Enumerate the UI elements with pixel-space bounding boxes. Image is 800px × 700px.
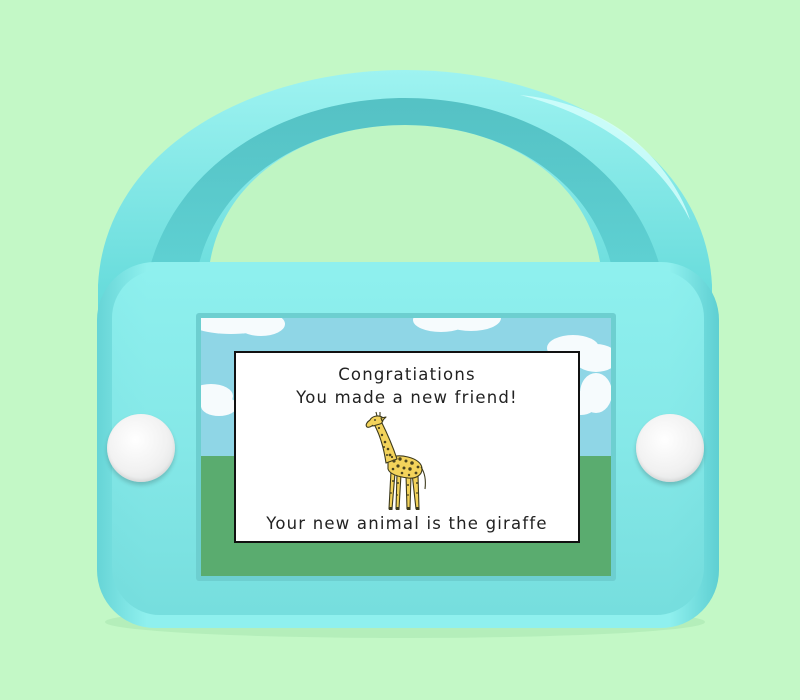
animal-message: Your new animal is the giraffe [266, 514, 548, 533]
dialog-title: Congratiations [338, 365, 476, 384]
dialog-subtitle: You made a new friend! [296, 388, 518, 407]
congratulations-dialog: Congratiations You made a new friend! Yo… [234, 351, 580, 543]
game-stage: Congratiations You made a new friend! Yo… [0, 0, 800, 700]
right-round-button[interactable] [636, 414, 704, 482]
game-screen[interactable]: Congratiations You made a new friend! Yo… [201, 318, 611, 576]
left-round-button[interactable] [107, 414, 175, 482]
giraffe-icon [365, 411, 426, 510]
